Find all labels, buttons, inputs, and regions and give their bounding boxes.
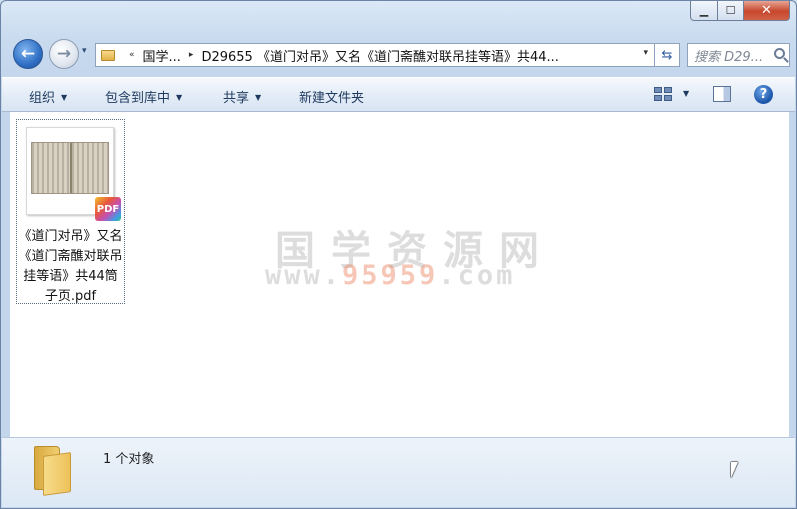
watermark-url-suffix: .com xyxy=(438,260,516,291)
address-bar[interactable]: « 国学... ▸ D29655 《道门对吊》又名《道门斋醮对联吊挂等语》共44… xyxy=(95,43,655,67)
include-in-library-menu[interactable]: 包含到库中 ▼ xyxy=(105,87,182,106)
breadcrumb-overflow[interactable]: « xyxy=(129,50,135,60)
include-library-label: 包含到库中 xyxy=(105,91,171,106)
minimize-button[interactable]: ▁ xyxy=(690,1,718,21)
file-list[interactable]: 国学资源网 www.95959.com PDF 《道门对吊》又名《道门斋醮对联吊… xyxy=(10,112,789,437)
caption-buttons: ▁ ☐ ✕ xyxy=(690,1,790,21)
share-label: 共享 xyxy=(223,91,250,106)
pdf-icon: PDF xyxy=(95,197,121,221)
organize-menu[interactable]: 组织 ▼ xyxy=(29,87,67,106)
refresh-button[interactable]: ⇆ xyxy=(655,43,680,67)
search-placeholder: 搜索 D29... xyxy=(694,49,764,65)
organize-label: 组织 xyxy=(29,91,56,106)
search-input[interactable]: 搜索 D29... xyxy=(687,43,790,67)
chevron-down-icon: ▼ xyxy=(176,93,183,102)
breadcrumb-separator[interactable]: ▸ xyxy=(189,50,194,60)
maximize-button[interactable]: ☐ xyxy=(718,1,744,21)
watermark-url-number: 95959 xyxy=(342,260,439,291)
mouse-cursor-icon xyxy=(731,462,738,478)
new-folder-button[interactable]: 新建文件夹 xyxy=(299,87,364,106)
watermark-url-prefix: www. xyxy=(265,260,343,291)
preview-pane-icon[interactable] xyxy=(713,86,731,102)
file-name: 《道门对吊》又名《道门斋醮对联吊挂等语》共44筒子页.pdf xyxy=(18,229,123,304)
chevron-down-icon: ▼ xyxy=(61,93,68,102)
close-button[interactable]: ✕ xyxy=(744,1,790,21)
breadcrumb-item-current[interactable]: D29655 《道门对吊》又名《道门斋醮对联吊挂等语》共44... xyxy=(201,46,558,65)
command-bar: 组织 ▼ 包含到库中 ▼ 共享 ▼ 新建文件夹 ▼ ? xyxy=(2,77,795,112)
share-menu[interactable]: 共享 ▼ xyxy=(223,87,261,106)
folder-icon xyxy=(34,444,72,496)
back-button[interactable]: ← xyxy=(13,39,43,69)
recent-pages-dropdown[interactable]: ▾ xyxy=(82,46,87,56)
details-pane: 1 个对象 xyxy=(2,437,795,507)
view-options-dropdown[interactable]: ▼ xyxy=(683,89,689,98)
file-item[interactable]: PDF 《道门对吊》又名《道门斋醮对联吊挂等语》共44筒子页.pdf xyxy=(16,119,125,304)
folder-icon xyxy=(101,49,115,61)
chevron-down-icon: ▼ xyxy=(255,93,262,102)
watermark-url: www.95959.com xyxy=(265,260,515,291)
document-preview-image xyxy=(31,142,109,194)
item-count: 1 个对象 xyxy=(103,452,155,467)
explorer-window: ▁ ☐ ✕ ← → ▾ « 国学... ▸ D29655 《道门对吊》又名《道门… xyxy=(0,0,797,509)
breadcrumb-item-guoxue[interactable]: 国学... xyxy=(143,46,181,65)
help-icon[interactable]: ? xyxy=(754,85,773,104)
change-view-icon[interactable] xyxy=(654,87,672,101)
search-icon[interactable] xyxy=(774,48,785,59)
forward-button[interactable]: → xyxy=(49,39,79,69)
address-dropdown[interactable]: ▾ xyxy=(643,48,648,58)
navigation-bar: ← → ▾ « 国学... ▸ D29655 《道门对吊》又名《道门斋醮对联吊挂… xyxy=(11,35,790,71)
